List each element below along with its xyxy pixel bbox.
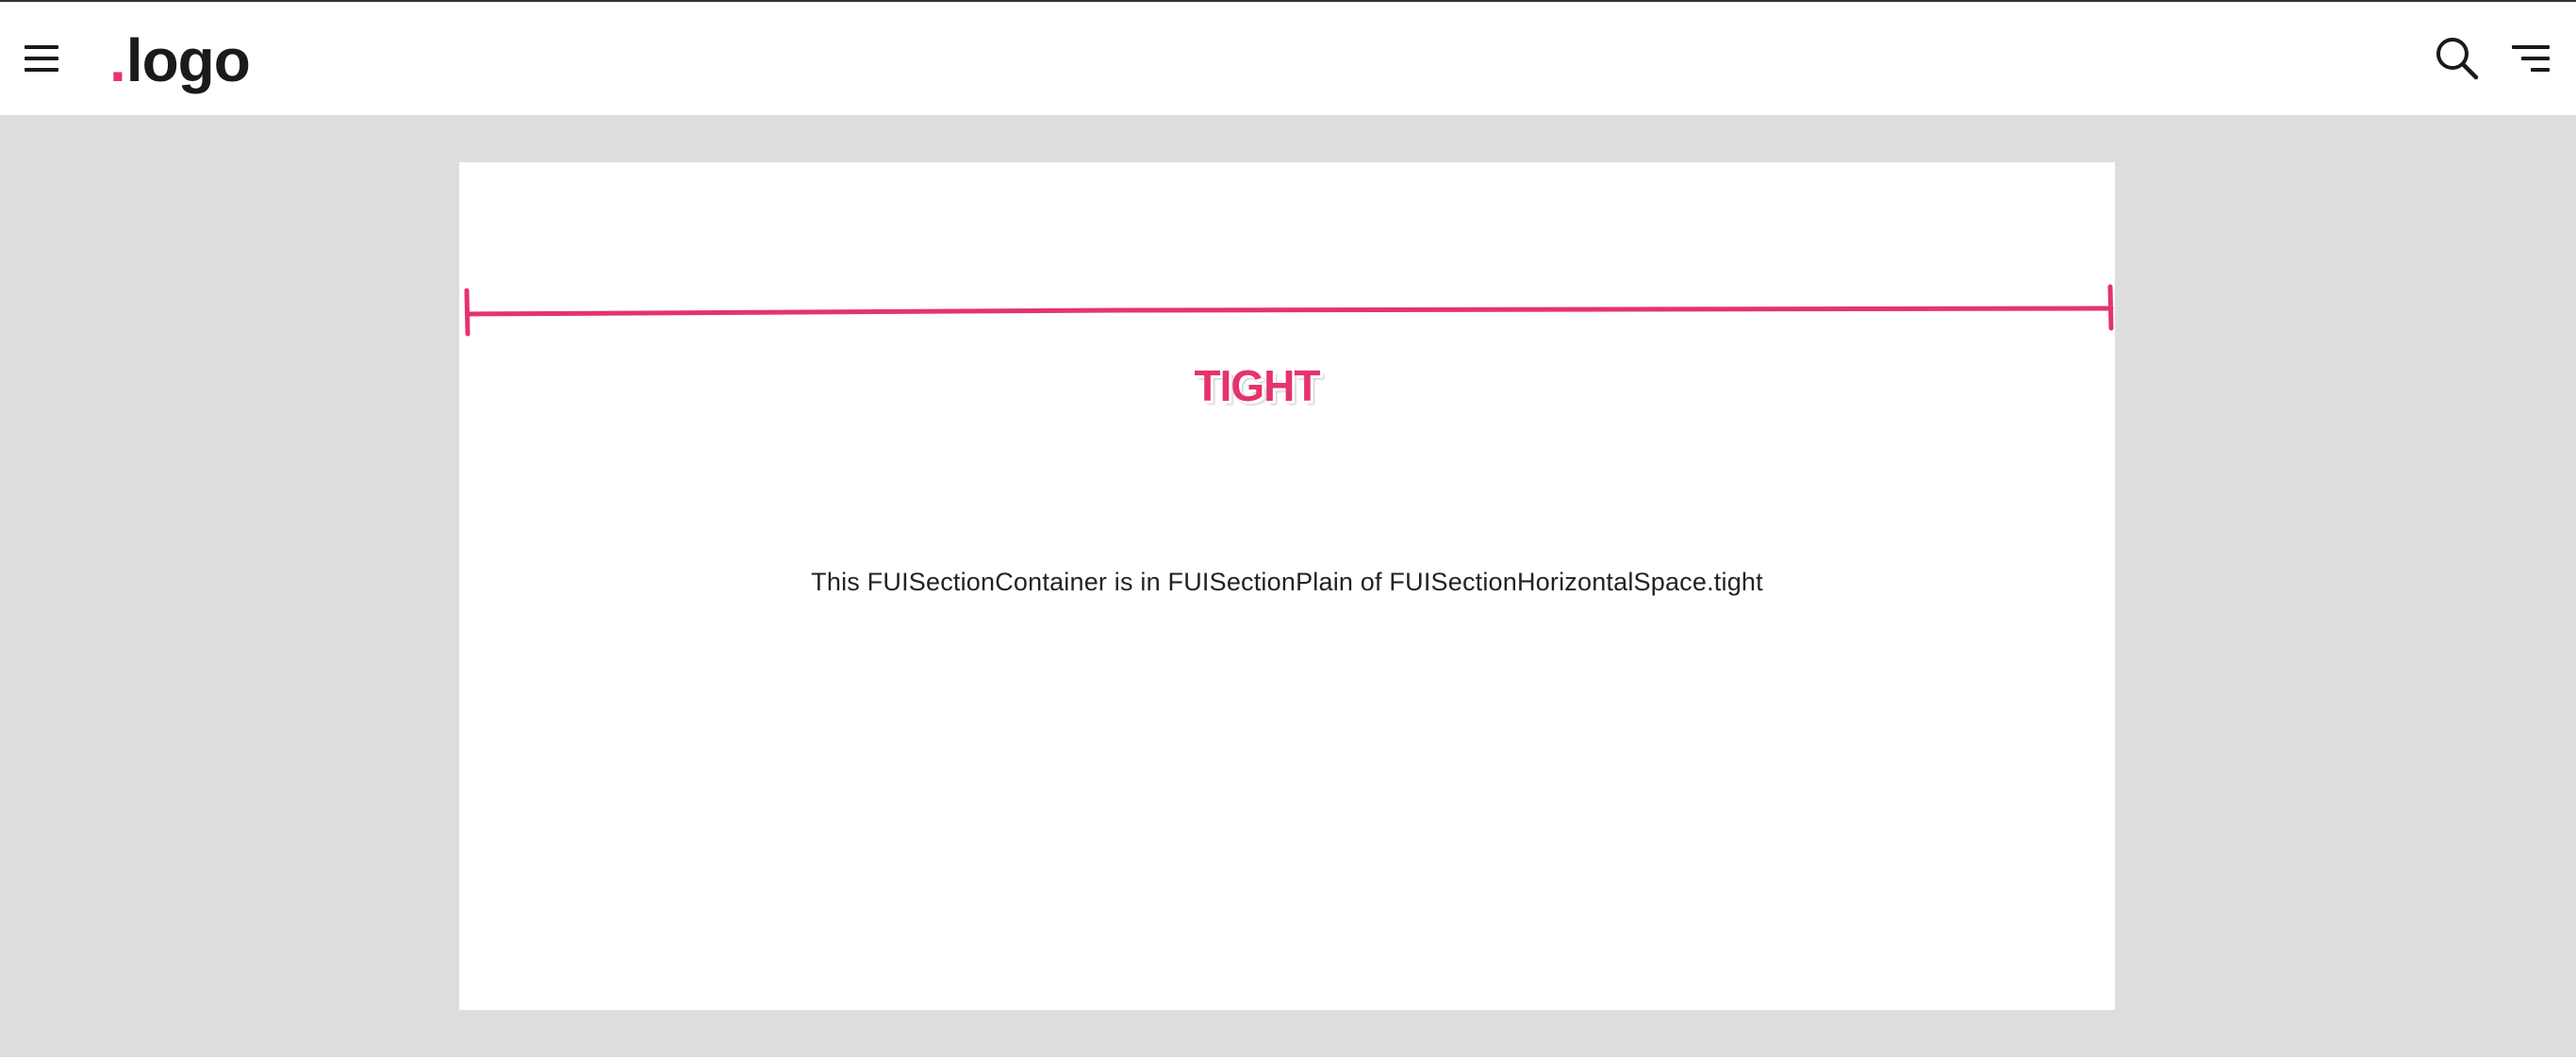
filter-lines-icon [2504, 36, 2553, 81]
horizontal-space-ruler [464, 284, 2114, 337]
hamburger-menu-button[interactable] [21, 38, 66, 79]
search-button[interactable] [2433, 34, 2482, 83]
search-icon [2436, 38, 2479, 80]
section-description: This FUISectionContainer is in FUISectio… [811, 568, 1763, 596]
section-container: TIGHT This FUISectionContainer is in FUI… [459, 162, 2115, 1010]
filter-button[interactable] [2504, 36, 2553, 81]
app-header: . logo [0, 2, 2576, 115]
logo-dot: . [109, 26, 126, 94]
space-size-label: TIGHT [1194, 361, 1321, 410]
logo-link[interactable]: . logo [109, 23, 251, 98]
hamburger-menu-icon [21, 38, 66, 79]
section-stage: TIGHT This FUISectionContainer is in FUI… [0, 115, 2576, 1057]
logo-text: logo [125, 26, 251, 94]
